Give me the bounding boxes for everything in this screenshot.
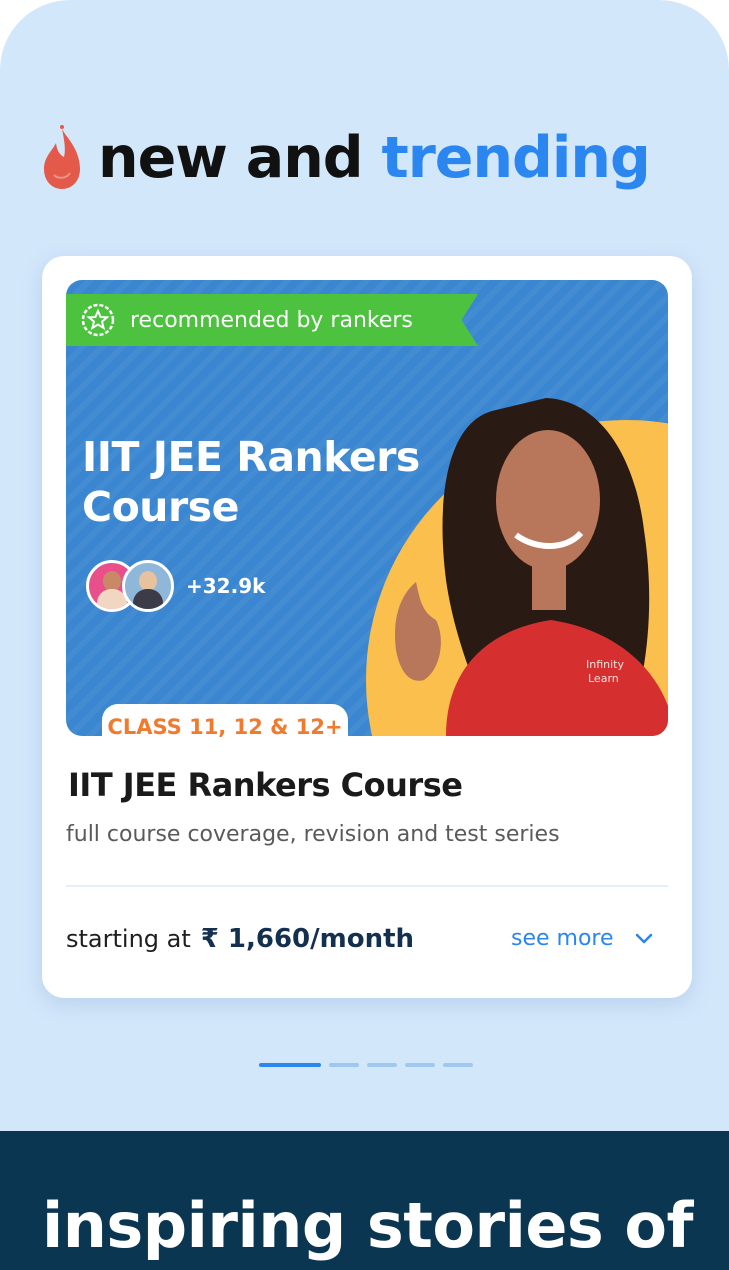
star-badge-icon — [81, 303, 115, 337]
price-value: ₹ 1,660/month — [200, 924, 415, 954]
chevron-down-icon — [635, 933, 652, 943]
svg-text:Learn: Learn — [588, 672, 619, 685]
carousel-dot-2[interactable] — [329, 1063, 359, 1067]
banner-title: IIT JEE Rankers Course — [82, 433, 420, 531]
instructor-photo: Infinity Learn — [395, 398, 668, 736]
class-tag: CLASS 11, 12 & 12+ — [102, 704, 348, 750]
enrolled-avatars: +32.9k — [86, 560, 265, 612]
recommended-ribbon: recommended by rankers — [66, 294, 478, 346]
carousel-dot-1[interactable] — [259, 1063, 321, 1067]
section-title-part1: new and — [98, 125, 364, 191]
section-title: new and trending — [98, 125, 651, 191]
enrolled-count: +32.9k — [186, 574, 266, 598]
avatar — [122, 560, 174, 612]
svg-text:Infinity: Infinity — [586, 658, 624, 671]
section-title-part2: trending — [381, 125, 650, 191]
course-title[interactable]: IIT JEE Rankers Course — [68, 766, 463, 804]
carousel-dot-5[interactable] — [443, 1063, 473, 1067]
flame-icon — [44, 125, 80, 189]
carousel-indicator — [259, 1063, 473, 1067]
divider — [66, 885, 668, 887]
carousel-dot-4[interactable] — [405, 1063, 435, 1067]
section-heading: new and trending — [40, 118, 651, 198]
see-more-label: see more — [511, 926, 614, 951]
course-banner[interactable]: Infinity Learn recommended by rankers II… — [66, 280, 668, 736]
app-screen: new and trending Infinity Learn recommen… — [0, 0, 729, 1270]
course-card[interactable]: Infinity Learn recommended by rankers II… — [42, 256, 692, 998]
stories-title: inspiring stories of — [42, 1189, 693, 1262]
course-subtitle: full course coverage, revision and test … — [66, 822, 560, 847]
price-prefix: starting at — [66, 925, 191, 953]
stories-section: inspiring stories of — [0, 1131, 729, 1270]
carousel-dot-3[interactable] — [367, 1063, 397, 1067]
price-info: starting at ₹ 1,660/month — [66, 924, 414, 954]
see-more-button[interactable]: see more — [511, 926, 654, 951]
ribbon-label: recommended by rankers — [130, 307, 413, 333]
